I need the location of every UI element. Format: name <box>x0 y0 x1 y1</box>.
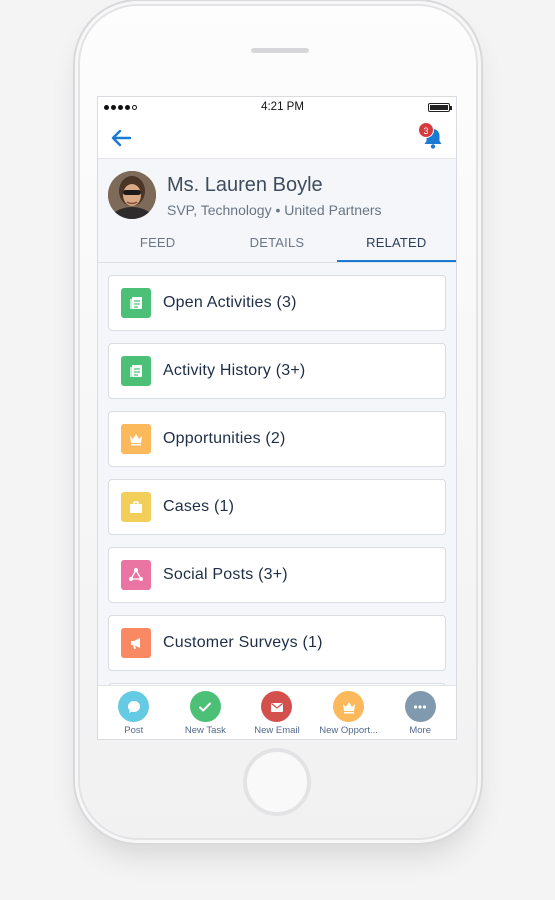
envelope-icon <box>261 691 293 722</box>
app-screen: 4:21 PM 3 Ms. Lauren Boyle SVP, Technolo… <box>97 96 457 740</box>
action-label: New Email <box>254 725 300 736</box>
back-arrow-icon[interactable] <box>109 126 133 150</box>
record-header: Ms. Lauren Boyle SVP, Technology • Unite… <box>98 159 456 263</box>
status-time: 4:21 PM <box>261 101 304 113</box>
related-item-social-posts[interactable]: Social Posts (3+) <box>108 547 446 603</box>
more-icon <box>404 691 436 722</box>
action-new-email[interactable]: New Email <box>241 691 313 739</box>
crown-icon <box>333 691 365 722</box>
check-icon <box>189 691 221 722</box>
briefcase-icon <box>121 492 151 522</box>
tab-related[interactable]: RELATED <box>336 226 456 262</box>
contact-name: Ms. Lauren Boyle <box>167 174 323 196</box>
megaphone-icon <box>121 628 151 658</box>
related-item-label: Social Posts (3+) <box>163 566 288 583</box>
action-label: New Opport... <box>319 725 378 736</box>
status-bar: 4:21 PM <box>98 97 456 117</box>
notes-icon <box>121 356 151 386</box>
action-post[interactable]: Post <box>98 691 170 739</box>
avatar <box>108 171 156 219</box>
crown-icon <box>121 424 151 454</box>
speaker-grille <box>251 48 309 53</box>
related-item-label: Opportunities (2) <box>163 430 286 447</box>
related-item-label: Open Activities (3) <box>163 294 297 311</box>
related-item-activity-history[interactable]: Activity History (3+) <box>108 343 446 399</box>
action-bar: Post New Task New Email New Opport... Mo… <box>98 685 456 739</box>
related-item-opportunities[interactable]: Opportunities (2) <box>108 411 446 467</box>
tab-feed[interactable]: FEED <box>98 226 217 262</box>
action-new-task[interactable]: New Task <box>170 691 242 739</box>
related-item-customer-surveys[interactable]: Customer Surveys (1) <box>108 615 446 671</box>
related-list: Open Activities (3) Activity History (3+… <box>98 263 456 703</box>
notification-badge: 3 <box>418 122 434 138</box>
related-item-cases[interactable]: Cases (1) <box>108 479 446 535</box>
related-item-label: Cases (1) <box>163 498 235 515</box>
related-item-label: Activity History (3+) <box>163 362 306 379</box>
record-tabs: FEED DETAILS RELATED <box>98 226 456 262</box>
action-more[interactable]: More <box>384 691 456 739</box>
contact-subtitle: SVP, Technology • United Partners <box>167 202 382 218</box>
chat-bubble-icon <box>118 691 150 722</box>
tab-details[interactable]: DETAILS <box>217 226 336 262</box>
action-label: New Task <box>184 725 226 736</box>
related-item-open-activities[interactable]: Open Activities (3) <box>108 275 446 331</box>
action-label: Post <box>124 725 144 736</box>
home-button[interactable] <box>243 748 311 816</box>
signal-icon <box>104 104 137 110</box>
nav-bar: 3 <box>98 117 456 159</box>
share-icon <box>121 560 151 590</box>
related-item-label: Customer Surveys (1) <box>163 634 323 651</box>
battery-icon <box>427 102 452 112</box>
action-new-opportunity[interactable]: New Opport... <box>313 691 385 739</box>
action-label: More <box>409 725 431 736</box>
notes-icon <box>121 288 151 318</box>
